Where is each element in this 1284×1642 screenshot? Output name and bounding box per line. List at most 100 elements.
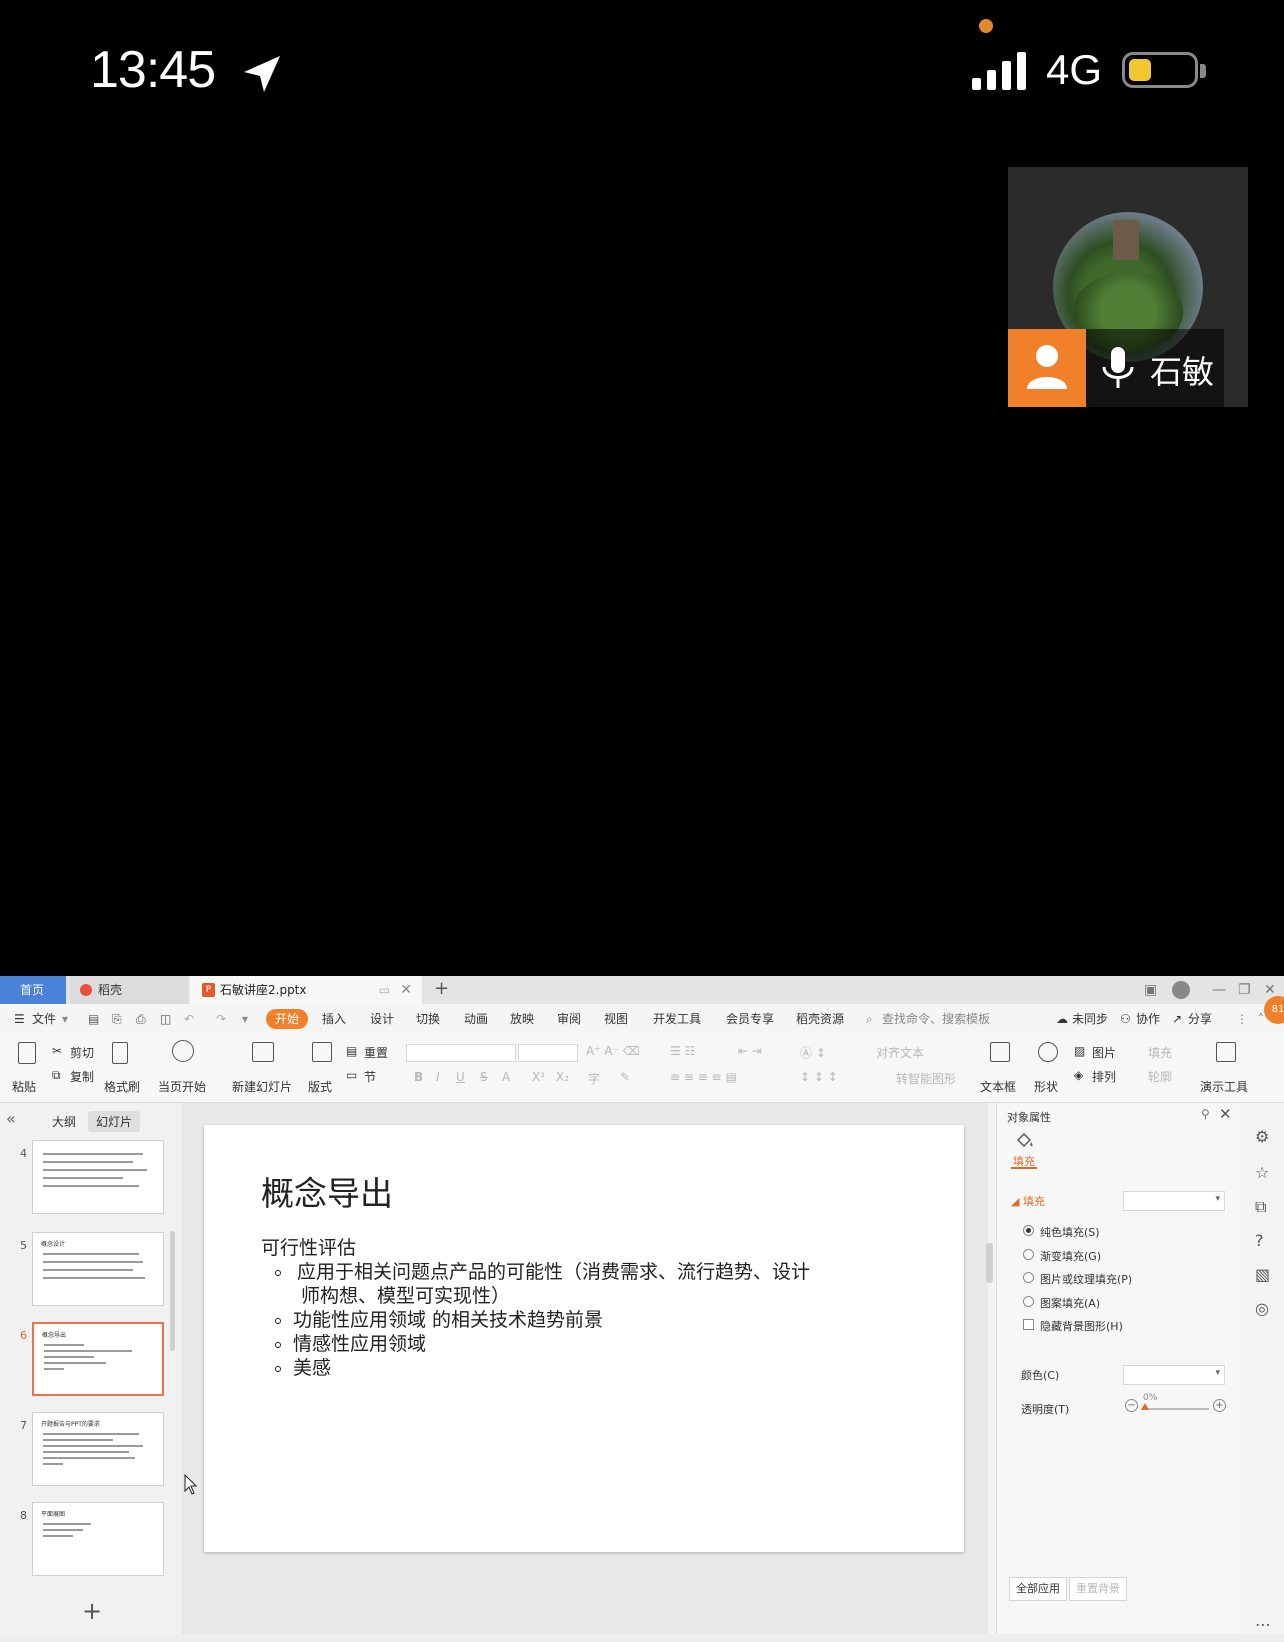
cut-button[interactable]: 剪切 xyxy=(70,1044,94,1061)
user-avatar-icon[interactable] xyxy=(1172,981,1190,999)
layout-button[interactable]: 版式 xyxy=(308,1078,332,1095)
bold-icon[interactable]: B xyxy=(414,1070,423,1084)
more-options-icon[interactable]: ⋯ xyxy=(1255,1615,1271,1634)
preview-icon[interactable]: ◫ xyxy=(160,1004,171,1034)
share-button[interactable]: 分享 xyxy=(1188,1004,1212,1034)
format-painter-icon[interactable] xyxy=(112,1042,128,1064)
underline-icon[interactable]: U xyxy=(456,1070,465,1084)
tab-outline[interactable]: 大纲 xyxy=(44,1111,84,1132)
menu-file[interactable]: 文件 xyxy=(32,1004,56,1034)
bullet-list-icon[interactable]: ☰ ☷ xyxy=(670,1044,695,1058)
slide-bullet-1-cont[interactable]: 师构想、模型可实现性） xyxy=(301,1281,510,1308)
current-slide[interactable]: 概念导出 可行性评估 应用于相关问题点产品的可能性（消费需求、流行趋势、设计 师… xyxy=(204,1125,964,1552)
layout-icon[interactable] xyxy=(312,1042,332,1062)
font-grow-icon[interactable]: A⁺ A⁻ ⌫ xyxy=(586,1044,640,1058)
subscript-icon[interactable]: X₂ xyxy=(556,1070,569,1084)
outline-button[interactable]: 轮廓 xyxy=(1148,1068,1172,1085)
solid-fill-radio[interactable]: 纯色填充(S) xyxy=(1023,1224,1100,1240)
italic-icon[interactable]: I xyxy=(436,1070,440,1084)
shape-button[interactable]: 形状 xyxy=(1034,1078,1058,1095)
chevron-down-icon[interactable]: ▾ xyxy=(62,1004,68,1034)
slide-thumbnail-8[interactable]: 平面展图 xyxy=(32,1502,164,1576)
line-spacing-icon[interactable]: ↕ ↕ ↕ xyxy=(800,1070,838,1084)
decrease-transparency-button[interactable]: − xyxy=(1125,1399,1138,1412)
presentation-tools-icon[interactable] xyxy=(1216,1042,1236,1062)
collapse-panel-icon[interactable]: « xyxy=(6,1109,16,1128)
paste-icon[interactable] xyxy=(18,1042,36,1064)
highlight-icon[interactable]: ✎ xyxy=(620,1070,630,1084)
menu-start[interactable]: 开始 xyxy=(266,1009,309,1029)
location-icon[interactable]: ◎ xyxy=(1255,1299,1271,1318)
slide-bullet-1[interactable]: 应用于相关问题点产品的可能性（消费需求、流行趋势、设计 xyxy=(297,1257,810,1284)
play-from-current-icon[interactable] xyxy=(172,1040,194,1062)
menu-daoke-resources[interactable]: 稻壳资源 xyxy=(796,1004,844,1034)
tab-daoke[interactable]: 稻壳 xyxy=(70,976,188,1004)
align-left-icon[interactable]: ≡ ≡ ≡ ≡ ▤ xyxy=(670,1070,737,1084)
new-slide-button[interactable]: 新建幻灯片 xyxy=(232,1078,292,1095)
menu-developer[interactable]: 开发工具 xyxy=(653,1004,701,1034)
strikethrough-icon[interactable]: S xyxy=(480,1070,488,1084)
slide-subtitle[interactable]: 可行性评估 xyxy=(261,1233,356,1260)
menu-review[interactable]: 审阅 xyxy=(557,1004,581,1034)
image-edit-icon[interactable]: ▧ xyxy=(1255,1265,1271,1284)
more-icon[interactable]: ⋮ xyxy=(1236,1004,1248,1034)
slide-editing-canvas[interactable]: 概念导出 可行性评估 应用于相关问题点产品的可能性（消费需求、流行趋势、设计 师… xyxy=(183,1103,993,1642)
copy-button[interactable]: 复制 xyxy=(70,1068,94,1085)
pin-icon[interactable]: ⚲ xyxy=(1201,1107,1210,1121)
slide-thumbnail-5[interactable]: 概念设计 xyxy=(32,1232,164,1306)
paste-button[interactable]: 粘贴 xyxy=(12,1078,36,1095)
hide-background-checkbox[interactable]: 隐藏背景图形(H) xyxy=(1023,1318,1123,1334)
export-icon[interactable]: ⎘ xyxy=(112,1004,122,1034)
star-icon[interactable]: ☆ xyxy=(1255,1163,1271,1182)
close-pane-icon[interactable]: ✕ xyxy=(1219,1105,1232,1123)
color-select[interactable] xyxy=(1123,1365,1225,1385)
participant-video-tile[interactable]: 石敏 xyxy=(1008,167,1248,407)
shape-icon[interactable] xyxy=(1038,1042,1058,1062)
font-size-select[interactable] xyxy=(518,1044,578,1062)
menu-view[interactable]: 视图 xyxy=(604,1004,628,1034)
indent-icon[interactable]: ⇤ ⇥ xyxy=(738,1044,762,1058)
slide-bullet-2[interactable]: 功能性应用领域 的相关技术趋势前景 xyxy=(293,1305,603,1332)
menu-design[interactable]: 设计 xyxy=(370,1004,394,1034)
font-family-select[interactable] xyxy=(406,1044,516,1062)
help-icon[interactable]: ? xyxy=(1255,1231,1271,1250)
new-slide-icon[interactable] xyxy=(252,1042,274,1062)
copy-layers-icon[interactable]: ⧉ xyxy=(1255,1197,1271,1216)
add-slide-button[interactable]: + xyxy=(82,1597,102,1625)
hamburger-icon[interactable]: ☰ xyxy=(14,1004,25,1034)
slide-bullet-4[interactable]: 美感 xyxy=(293,1353,331,1380)
close-tab-icon[interactable]: ✕ xyxy=(400,976,412,1004)
textbox-button[interactable]: 文本框 xyxy=(980,1078,1016,1095)
menu-insert[interactable]: 插入 xyxy=(322,1004,346,1034)
search-icon[interactable]: ⌕ xyxy=(866,1004,873,1034)
new-tab-button[interactable]: + xyxy=(434,976,449,1002)
section-button[interactable]: 节 xyxy=(364,1068,376,1085)
fill-section-header[interactable]: ◢ 填充 xyxy=(1011,1193,1045,1209)
save-icon[interactable]: ▤ xyxy=(88,1004,99,1034)
arrange-button[interactable]: 排列 xyxy=(1092,1068,1116,1085)
apply-all-button[interactable]: 全部应用 xyxy=(1009,1577,1067,1601)
transparency-slider[interactable] xyxy=(1143,1408,1209,1410)
presentation-tools-button[interactable]: 演示工具 xyxy=(1200,1078,1248,1095)
smart-shape-button[interactable]: 转智能图形 xyxy=(896,1070,956,1087)
properties-icon[interactable]: ⚙ xyxy=(1255,1127,1271,1146)
fill-type-select[interactable] xyxy=(1123,1191,1225,1211)
tab-document[interactable]: P 石敏讲座2.pptx ▭ ✕ xyxy=(190,976,422,1004)
pattern-fill-radio[interactable]: 图案填充(A) xyxy=(1023,1295,1100,1311)
minimize-icon[interactable]: — xyxy=(1212,976,1226,1004)
tab-home[interactable]: 首页 xyxy=(0,976,66,1004)
superscript-icon[interactable]: X² xyxy=(532,1070,545,1084)
monitor-icon[interactable]: ▭ xyxy=(379,976,390,1004)
gradient-fill-radio[interactable]: 渐变填充(G) xyxy=(1023,1248,1101,1264)
layout-icon[interactable]: ▣ xyxy=(1144,976,1157,1004)
print-icon[interactable]: ⎙ xyxy=(136,1004,146,1034)
menu-slideshow[interactable]: 放映 xyxy=(510,1004,534,1034)
picture-fill-radio[interactable]: 图片或纹理填充(P) xyxy=(1023,1271,1132,1287)
reset-button[interactable]: 重置 xyxy=(364,1044,388,1061)
reset-background-button[interactable]: 重置背景 xyxy=(1069,1577,1127,1601)
fill-button[interactable]: 填充 xyxy=(1148,1044,1172,1061)
format-painter-button[interactable]: 格式刷 xyxy=(104,1078,140,1095)
textbox-icon[interactable] xyxy=(990,1042,1010,1062)
picture-button[interactable]: 图片 xyxy=(1092,1044,1116,1061)
properties-title[interactable]: 对象属性 xyxy=(1007,1109,1051,1125)
